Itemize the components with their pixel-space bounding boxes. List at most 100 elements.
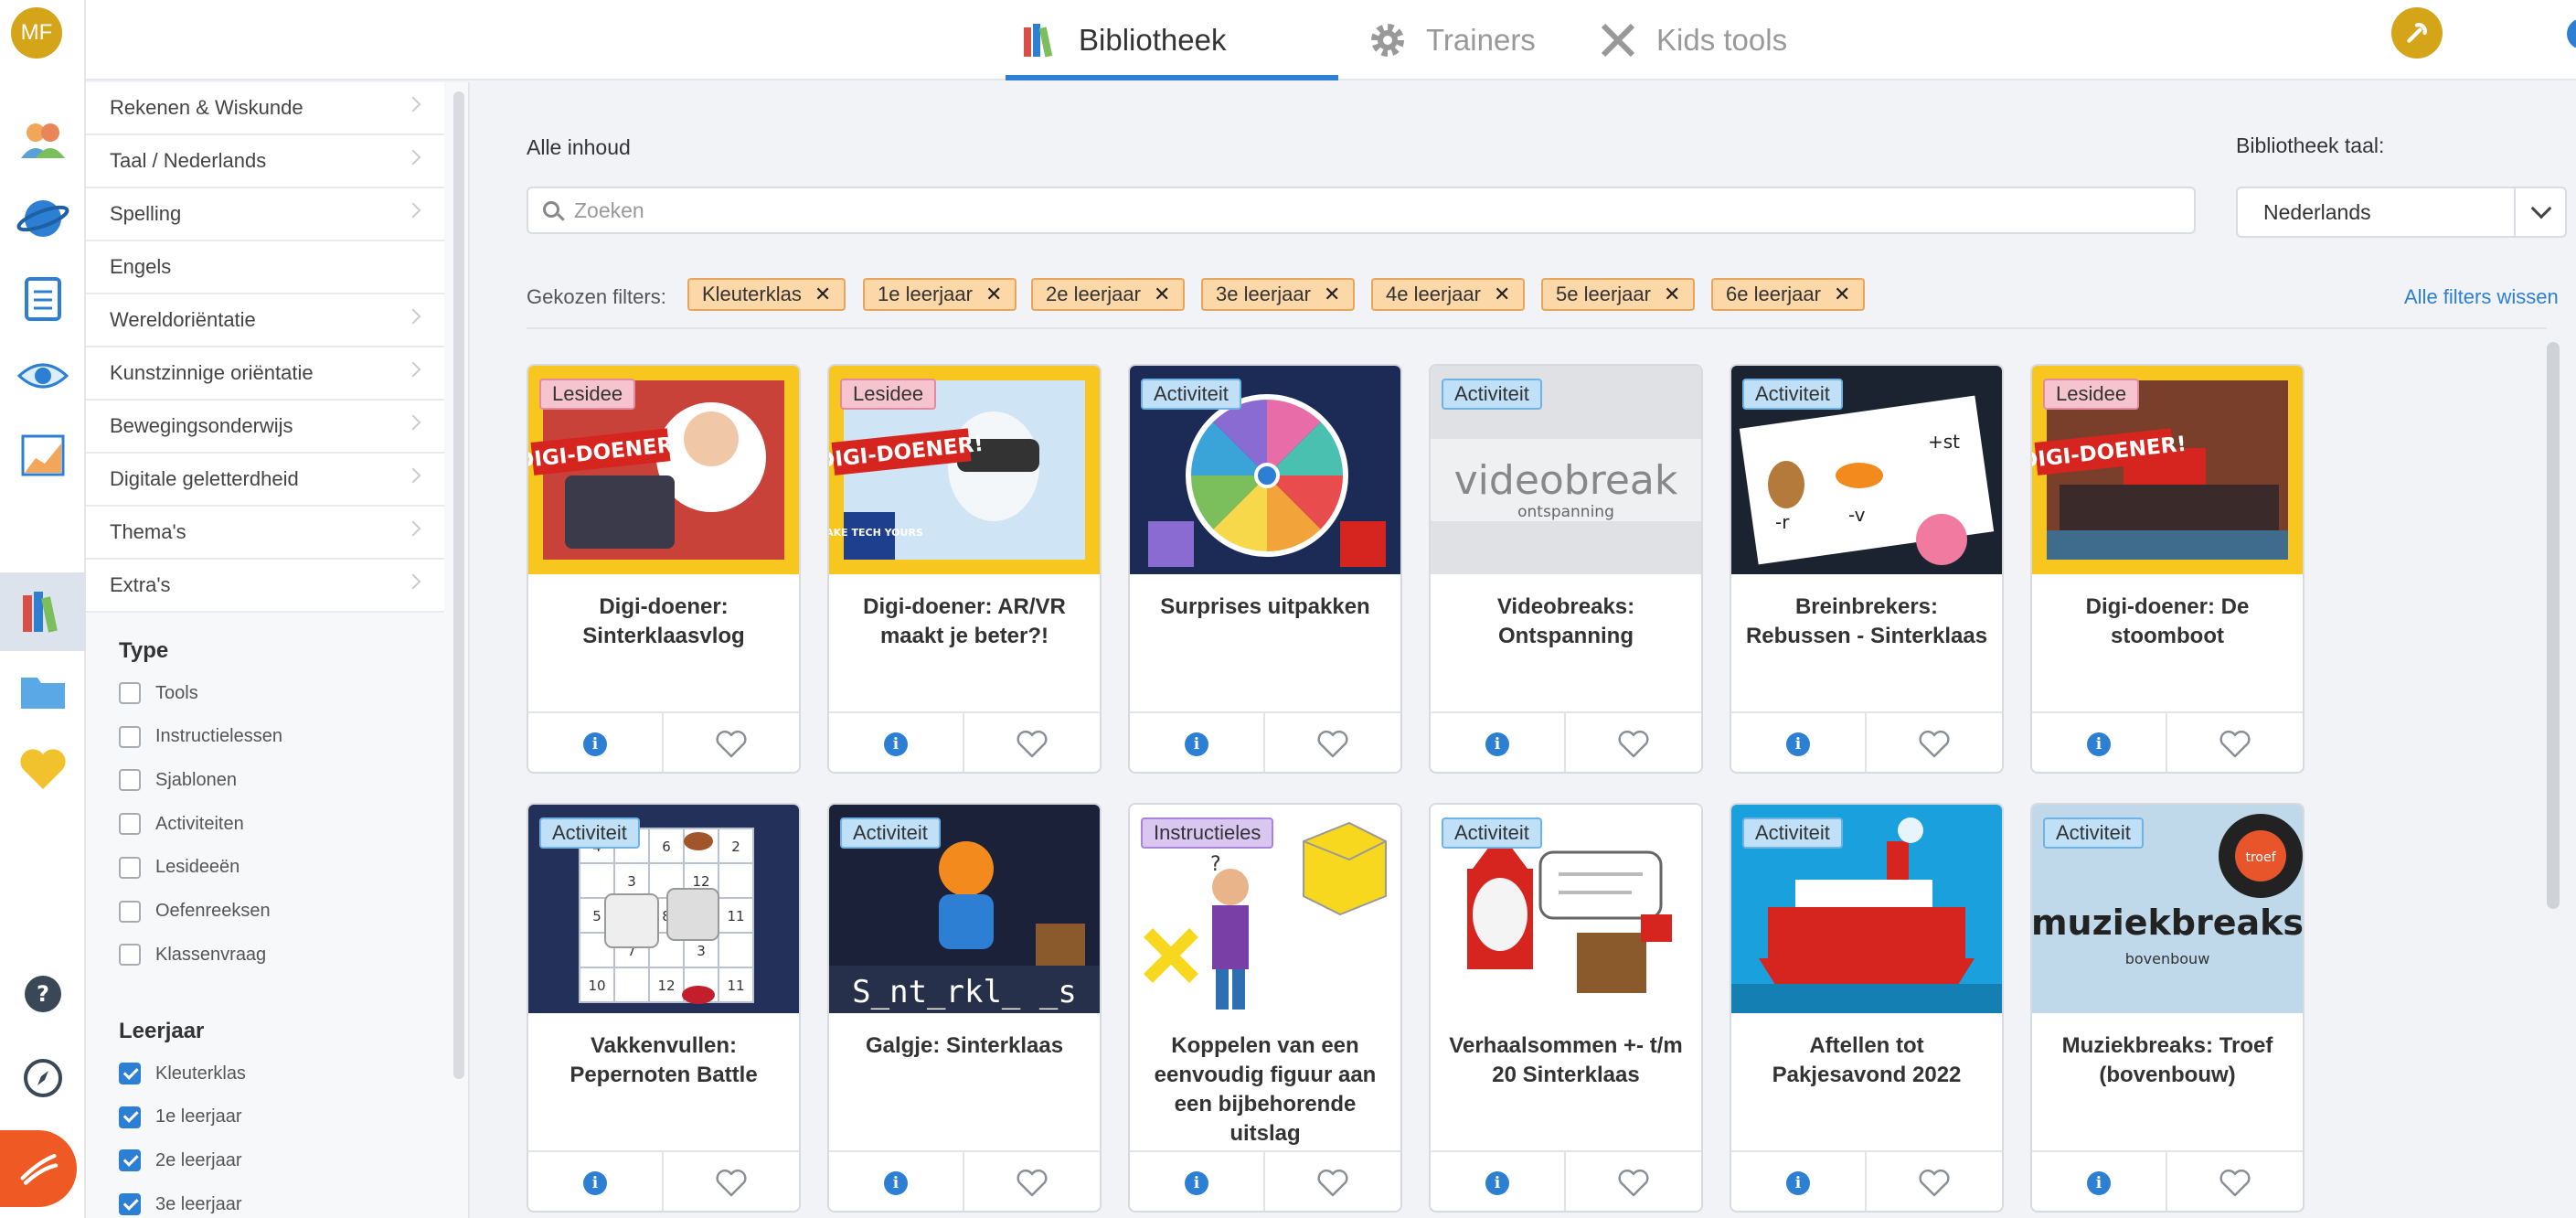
content-card[interactable]: videobreak ontspanning Activiteit Videobrea… (1429, 364, 1703, 774)
content-card[interactable]: S_nt_rkl_ _s Activiteit Galgje: Sinterklaa… (827, 803, 1102, 1213)
content-scrollbar[interactable] (2547, 342, 2560, 909)
content-card[interactable]: Activiteit Aftellen tot Pakjesavond 2022 i (1730, 803, 2004, 1213)
card-favorite-button[interactable] (1265, 1152, 1400, 1211)
clipboard-icon[interactable] (0, 258, 86, 337)
checkbox-checked[interactable] (119, 1193, 141, 1216)
content-card[interactable]: Activiteit Verhaalsommen +- t/m 20 Sinter… (1429, 803, 1703, 1213)
checkbox-checked[interactable] (119, 1149, 141, 1172)
folder-icon[interactable] (0, 651, 86, 730)
filter-chip[interactable]: 5e leerjaar ✕ (1541, 278, 1696, 311)
leerjaar-filter-checkbox[interactable]: 3e leerjaar (119, 1193, 242, 1216)
sidebar-category[interactable]: Digitale geletterdheid (86, 454, 444, 507)
checkbox[interactable] (119, 769, 141, 792)
content-card[interactable]: DIGI-DOENER! Lesidee Digi-doener: De stoom… (2030, 364, 2305, 774)
card-favorite-button[interactable] (964, 1152, 1100, 1211)
filter-chip[interactable]: Kleuterklas ✕ (687, 278, 846, 311)
chart-icon[interactable] (0, 415, 86, 494)
type-filter-checkbox[interactable]: Activiteiten (119, 813, 244, 836)
search-input[interactable]: Zoeken (527, 187, 2196, 234)
tab-bibliotheek[interactable]: Bibliotheek (1006, 0, 1338, 80)
filter-chip[interactable]: 1e leerjaar ✕ (863, 278, 1017, 311)
card-title[interactable]: Vakkenvullen: Pepernoten Battle (538, 1031, 790, 1090)
language-select[interactable]: Nederlands (2236, 187, 2567, 238)
sidebar-scrollbar[interactable] (453, 91, 464, 1079)
checkbox[interactable] (119, 813, 141, 836)
close-icon[interactable]: ✕ (1834, 283, 1850, 306)
leerjaar-filter-checkbox[interactable]: 1e leerjaar (119, 1106, 242, 1128)
card-title[interactable]: Breinbrekers: Rebussen - Sinterklaas (1740, 593, 1993, 651)
sidebar-category[interactable]: Engels (86, 241, 444, 294)
close-icon[interactable]: ✕ (1324, 283, 1340, 306)
content-card[interactable]: DIGI-DOENER! Lesidee Digi-doener: Sinterkl… (527, 364, 801, 774)
filter-chip[interactable]: 6e leerjaar ✕ (1711, 278, 1866, 311)
sidebar-category[interactable]: Rekenen & Wiskunde (86, 82, 444, 135)
close-icon[interactable]: ✕ (1494, 283, 1510, 306)
sidebar-category[interactable]: Bewegingsonderwijs (86, 401, 444, 454)
users-icon[interactable] (0, 101, 86, 179)
tab-trainers[interactable]: Trainers (1366, 0, 1536, 80)
card-favorite-button[interactable] (1867, 1152, 2002, 1211)
type-filter-checkbox[interactable]: Oefenreeksen (119, 900, 271, 923)
card-info-button[interactable]: i (1431, 713, 1566, 772)
leerjaar-filter-checkbox[interactable]: Kleuterklas (119, 1063, 246, 1084)
close-icon[interactable]: ✕ (1154, 283, 1170, 306)
type-filter-checkbox[interactable]: Klassenvraag (119, 944, 266, 967)
planet-icon[interactable] (0, 179, 86, 258)
avatar[interactable]: MF (11, 7, 62, 59)
card-favorite-button[interactable] (2167, 713, 2303, 772)
close-icon[interactable]: ✕ (985, 283, 1002, 306)
checkbox[interactable] (119, 900, 141, 923)
card-favorite-button[interactable] (1265, 713, 1400, 772)
card-info-button[interactable]: i (829, 713, 964, 772)
checkbox[interactable] (119, 682, 141, 704)
close-icon[interactable]: ✕ (814, 283, 831, 306)
checkbox[interactable] (119, 725, 141, 748)
sidebar-category[interactable]: Spelling (86, 188, 444, 241)
content-card[interactable]: -r -v +st Activiteit Breinbrekers: Rebussen … (1730, 364, 2004, 774)
checkbox-checked[interactable] (119, 1063, 141, 1084)
content-card[interactable]: 462312581173101211ActiviteitVakkenvullen… (527, 803, 801, 1213)
card-info-button[interactable]: i (1431, 1152, 1566, 1211)
books-icon[interactable] (0, 572, 86, 651)
sidebar-category[interactable]: Taal / Nederlands (86, 135, 444, 188)
filter-chip[interactable]: 2e leerjaar ✕ (1031, 278, 1186, 311)
card-info-button[interactable]: i (1731, 713, 1867, 772)
logo-icon[interactable] (0, 1130, 77, 1207)
card-info-button[interactable]: i (2032, 713, 2167, 772)
card-favorite-button[interactable] (1566, 1152, 1701, 1211)
leerjaar-filter-checkbox[interactable]: 2e leerjaar (119, 1149, 242, 1172)
checkbox-checked[interactable] (119, 1106, 141, 1128)
card-info-button[interactable]: i (1731, 1152, 1867, 1211)
heart-icon[interactable] (0, 730, 86, 808)
type-filter-checkbox[interactable]: Lesideeën (119, 856, 240, 879)
card-info-button[interactable]: i (829, 1152, 964, 1211)
info-icon[interactable]: i (2567, 18, 2576, 49)
sidebar-category[interactable]: Wereldoriëntatie (86, 294, 444, 347)
clear-filters-link[interactable]: Alle filters wissen (2404, 285, 2559, 309)
filter-chip[interactable]: 4e leerjaar ✕ (1371, 278, 1526, 311)
content-card[interactable]: Activiteit Surprises uitpakken i (1128, 364, 1402, 774)
card-favorite-button[interactable] (964, 713, 1100, 772)
checkbox[interactable] (119, 944, 141, 967)
card-title[interactable]: Koppelen van een eenvoudig figuur aan ee… (1139, 1031, 1391, 1149)
type-filter-checkbox[interactable]: Sjablonen (119, 769, 237, 792)
card-title[interactable]: Galgje: Sinterklaas (838, 1031, 1091, 1061)
card-favorite-button[interactable] (1566, 713, 1701, 772)
content-card[interactable]: troef muziekbreaks bovenbouw Activiteit Muzi… (2030, 803, 2305, 1213)
help-icon[interactable]: ? (0, 955, 86, 1033)
type-filter-checkbox[interactable]: Instructielessen (119, 725, 282, 748)
card-favorite-button[interactable] (1867, 713, 2002, 772)
type-filter-checkbox[interactable]: Tools (119, 682, 198, 704)
sidebar-category[interactable]: Kunstzinnige oriëntatie (86, 347, 444, 401)
card-favorite-button[interactable] (664, 1152, 799, 1211)
filter-chip[interactable]: 3e leerjaar ✕ (1201, 278, 1356, 311)
sidebar-category[interactable]: Thema's (86, 507, 444, 560)
card-info-button[interactable]: i (528, 1152, 664, 1211)
content-card[interactable]: MAKE TECH YOURSDIGI-DOENER!LesideeDigi-d… (827, 364, 1102, 774)
card-info-button[interactable]: i (1130, 1152, 1265, 1211)
card-info-button[interactable]: i (1130, 713, 1265, 772)
card-favorite-button[interactable] (2167, 1152, 2303, 1211)
content-card[interactable]: ? Instructieles Koppelen van een eenvoudig… (1128, 803, 1402, 1213)
card-title[interactable]: Digi-doener: De stoomboot (2041, 593, 2294, 651)
checkbox[interactable] (119, 856, 141, 879)
